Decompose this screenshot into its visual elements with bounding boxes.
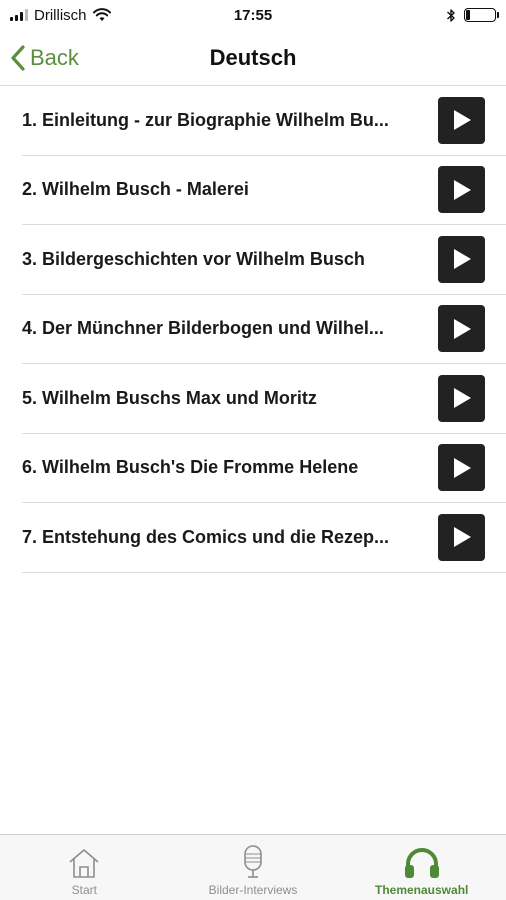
topic-label: 4. Der Münchner Bilderbogen und Wilhel..… [22,318,384,339]
play-icon [453,179,471,200]
chevron-left-icon [11,45,25,71]
tab-label: Start [71,883,97,897]
tab-start[interactable]: Start [0,835,169,900]
play-icon [453,457,471,478]
list-item[interactable]: 3. Bildergeschichten vor Wilhelm Busch [22,225,506,295]
topic-label: 3. Bildergeschichten vor Wilhelm Busch [22,248,365,269]
back-button[interactable]: Back [10,30,79,86]
tab-bar: Start Bilder-Interviews Themenauswahl [0,834,506,900]
play-icon [453,110,471,131]
list-item[interactable]: 4. Der Münchner Bilderbogen und Wilhel..… [22,295,506,364]
list-item[interactable]: 2. Wilhelm Busch - Malerei [22,156,506,225]
play-button[interactable] [438,305,485,353]
battery-fill [466,10,471,20]
play-icon [453,388,471,409]
topic-label: 1. Einleitung - zur Biographie Wilhelm B… [22,109,389,130]
topic-list: 1. Einleitung - zur Biographie Wilhelm B… [22,86,506,573]
microphone-icon [244,845,262,878]
wifi-icon [92,8,111,21]
tab-label: Themenauswahl [375,883,469,897]
play-button[interactable] [438,374,485,422]
tab-label: Bilder-Interviews [208,883,298,897]
house-icon [69,849,99,878]
battery-icon [464,8,499,22]
play-button[interactable] [438,166,485,214]
play-button[interactable] [438,444,485,492]
bluetooth-icon [447,8,455,22]
play-icon [453,249,471,270]
status-bar: Drillisch 17:55 [0,0,506,30]
signal-icon [10,9,28,21]
list-item[interactable]: 1. Einleitung - zur Biographie Wilhelm B… [22,86,506,156]
app-screen: Drillisch 17:55 Back Deutsch 1. Einleitu… [0,0,506,900]
page-title: Deutsch [209,44,297,70]
headphones-icon [404,848,439,878]
back-label: Back [30,45,79,70]
play-button[interactable] [438,513,485,561]
play-button[interactable] [438,235,485,283]
status-right [446,8,499,23]
list-item[interactable]: 5. Wilhelm Buschs Max und Moritz [22,364,506,434]
play-button[interactable] [438,96,485,144]
tab-themenauswahl[interactable]: Themenauswahl [337,835,506,900]
play-icon [453,527,471,548]
tab-bilder-interviews[interactable]: Bilder-Interviews [169,835,338,900]
carrier-name: Drillisch [34,6,87,24]
topic-label: 5. Wilhelm Buschs Max und Moritz [22,387,317,408]
topic-label: 6. Wilhelm Busch's Die Fromme Helene [22,457,359,478]
topic-label: 7. Entstehung des Comics und die Rezep..… [22,526,390,547]
list-item[interactable]: 6. Wilhelm Busch's Die Fromme Helene [22,434,506,503]
status-left: Drillisch [10,7,111,24]
topic-label: 2. Wilhelm Busch - Malerei [22,179,249,200]
play-icon [453,318,471,339]
list-item[interactable]: 7. Entstehung des Comics und die Rezep..… [22,503,506,573]
navigation-bar: Back Deutsch [0,30,506,86]
